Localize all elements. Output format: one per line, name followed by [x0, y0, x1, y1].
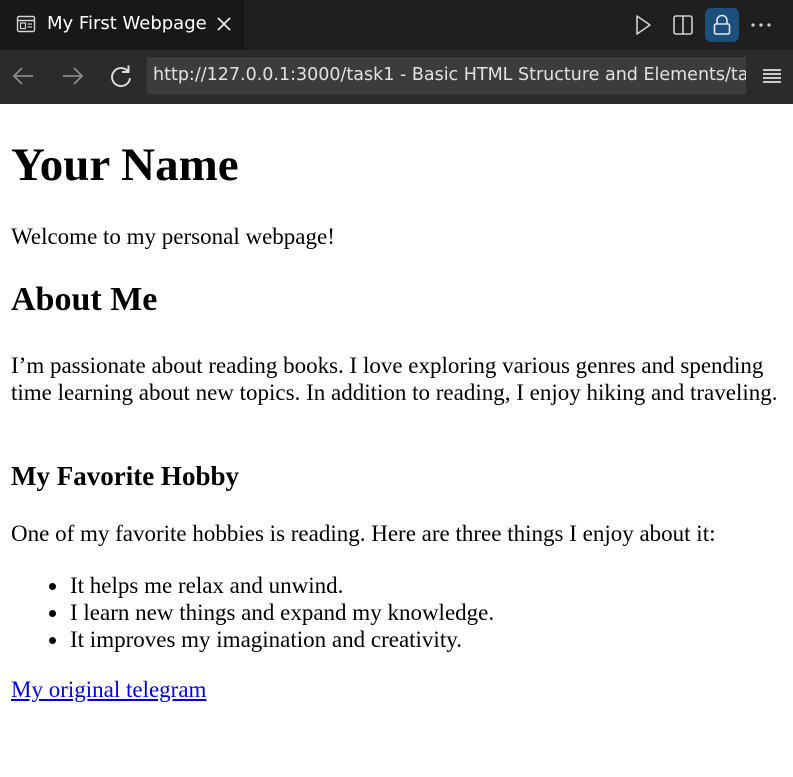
tab-bar: My First Webpage — [0, 0, 793, 50]
welcome-text: Welcome to my personal webpage! — [11, 224, 335, 249]
bullet-icon — [49, 583, 56, 590]
list-item: I learn new things and expand my knowled… — [11, 599, 494, 626]
list-item-text: I learn new things and expand my knowled… — [70, 600, 495, 625]
hobby-intro: One of my favorite hobbies is reading. H… — [11, 521, 716, 546]
reload-icon[interactable] — [107, 62, 135, 90]
lock-icon[interactable] — [705, 8, 739, 42]
about-heading: About Me — [11, 281, 158, 318]
run-icon[interactable] — [626, 8, 660, 42]
url-text: http://127.0.0.1:3000/task1 - Basic HTML… — [153, 65, 746, 85]
hobby-list: It helps me relax and unwind. I learn ne… — [11, 572, 494, 653]
menu-icon[interactable] — [758, 62, 786, 90]
arrow-left-icon[interactable] — [10, 62, 38, 90]
tab-my-first-webpage[interactable]: My First Webpage — [0, 0, 244, 50]
navigation-bar: http://127.0.0.1:3000/task1 - Basic HTML… — [0, 50, 793, 104]
url-input[interactable]: http://127.0.0.1:3000/task1 - Basic HTML… — [147, 57, 746, 94]
bullet-icon — [49, 610, 56, 617]
telegram-link[interactable]: My original telegram — [11, 677, 206, 703]
more-actions-icon[interactable] — [744, 8, 778, 42]
tab-title: My First Webpage — [47, 13, 207, 34]
webpage-preview-icon — [16, 14, 36, 34]
about-paragraph: I’m passionate about reading books. I lo… — [11, 353, 778, 405]
arrow-right-icon[interactable] — [58, 62, 86, 90]
close-icon[interactable] — [214, 13, 234, 35]
list-item: It helps me relax and unwind. — [11, 572, 494, 599]
list-item-text: It helps me relax and unwind. — [70, 573, 344, 598]
list-item: It improves my imagination and creativit… — [11, 626, 494, 653]
split-editor-icon[interactable] — [666, 8, 700, 42]
hobby-heading: My Favorite Hobby — [11, 461, 239, 491]
bullet-icon — [49, 637, 56, 644]
page-title: Your Name — [11, 139, 239, 191]
list-item-text: It improves my imagination and creativit… — [70, 627, 462, 652]
